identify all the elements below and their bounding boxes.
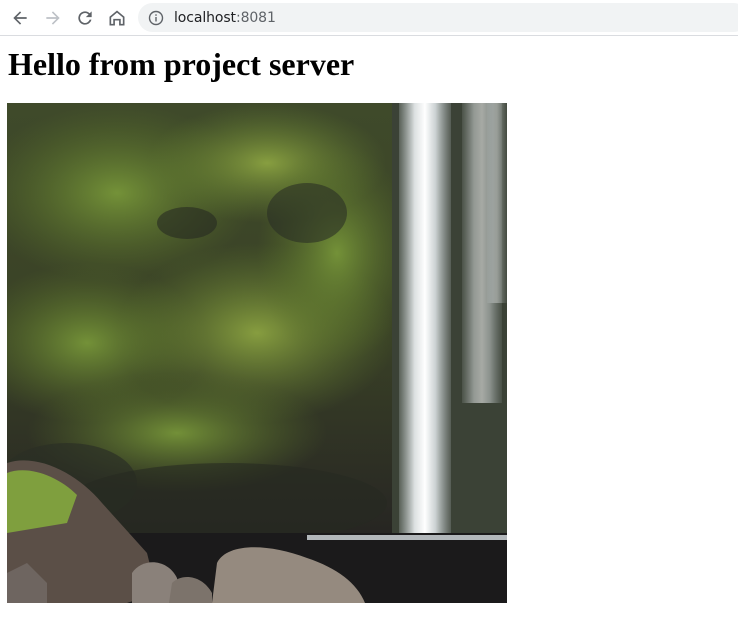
url-host: localhost [174, 9, 236, 26]
url-port: :8081 [235, 9, 276, 26]
forward-button[interactable] [41, 6, 65, 30]
arrow-left-icon [13, 11, 27, 25]
page-content: Hello from project server [8, 36, 354, 83]
reload-icon [78, 11, 92, 25]
waterfall-image [7, 103, 507, 603]
arrow-right-icon [46, 11, 60, 25]
info-icon[interactable] [148, 10, 164, 26]
home-button[interactable] [105, 6, 129, 30]
address-bar[interactable]: localhost:8081 [138, 3, 738, 32]
browser-toolbar: localhost:8081 [0, 0, 738, 36]
url-text: localhost:8081 [174, 10, 276, 26]
home-icon [109, 10, 125, 26]
page-heading: Hello from project server [8, 46, 355, 82]
reload-button[interactable] [73, 6, 97, 30]
back-button[interactable] [8, 6, 32, 30]
